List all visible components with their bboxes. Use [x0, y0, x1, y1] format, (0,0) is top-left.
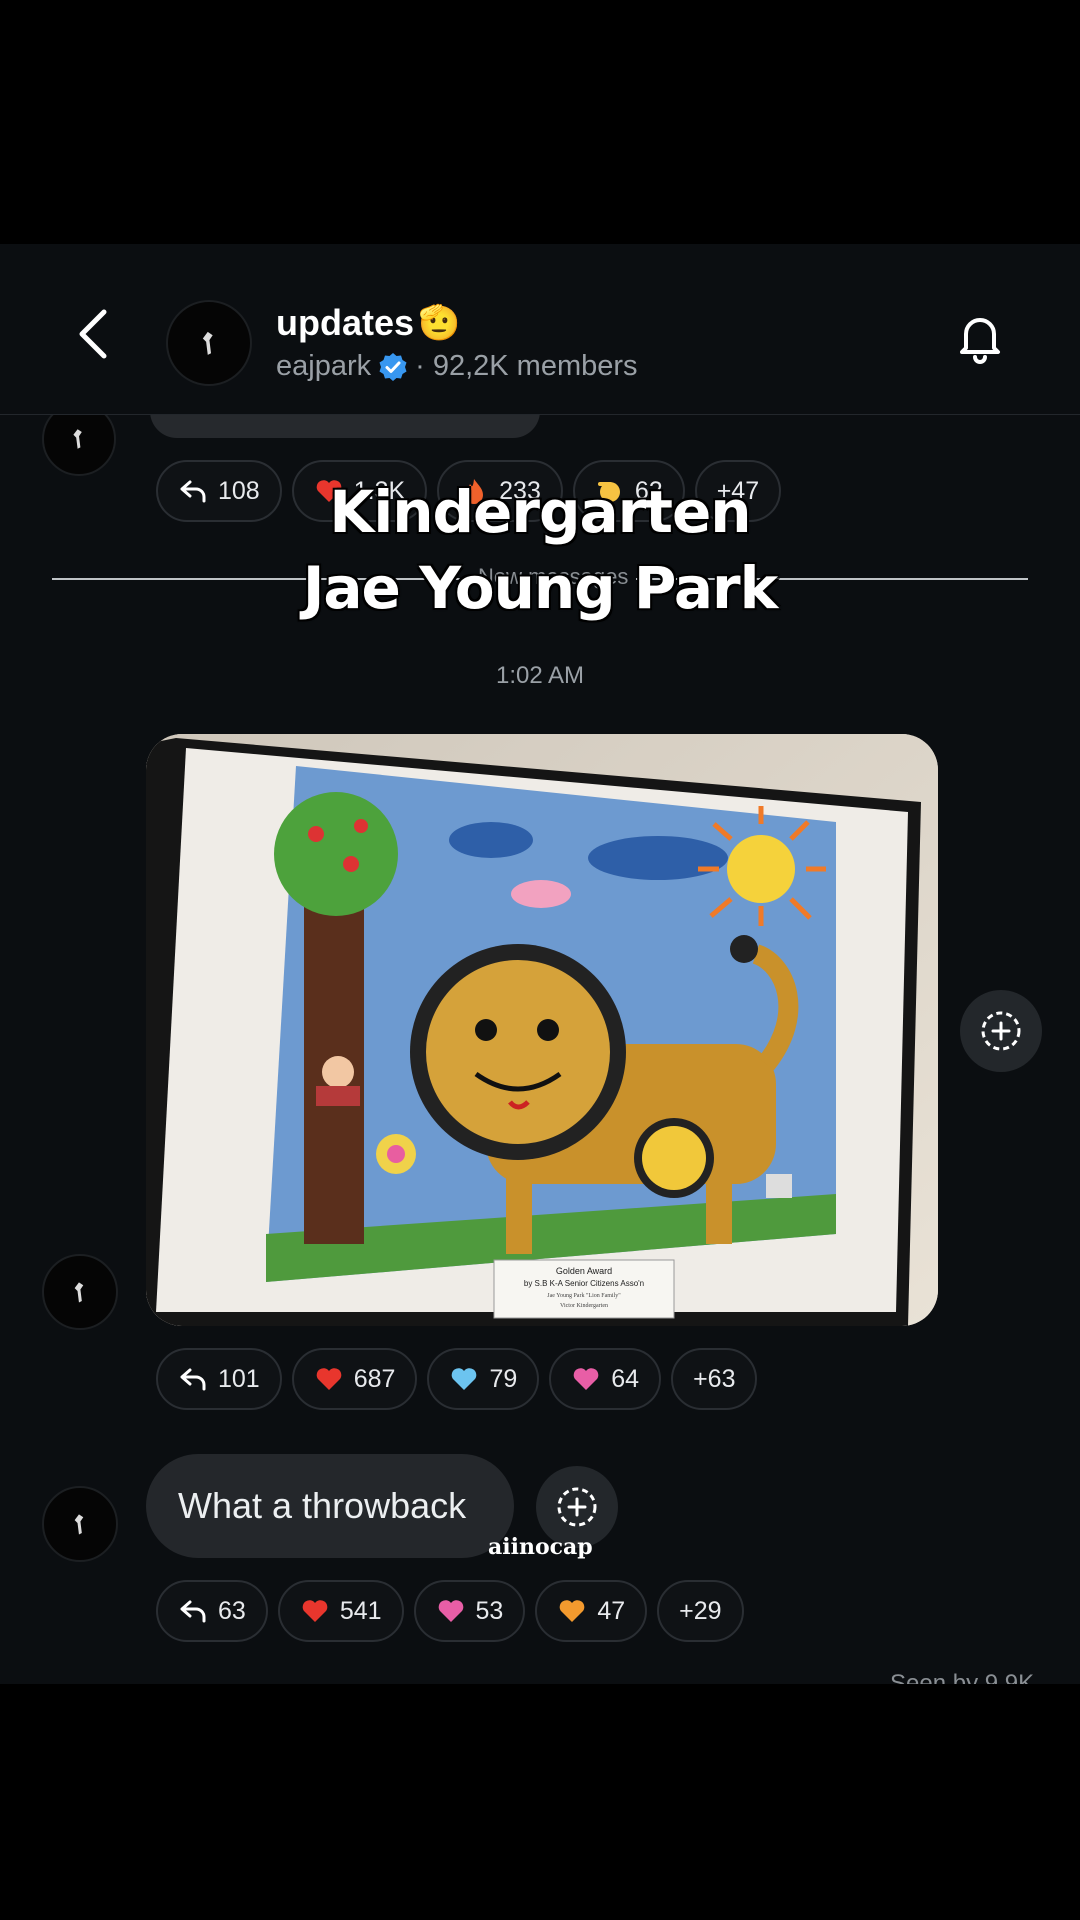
red-heart-icon [302, 1600, 328, 1622]
more-reactions-pill[interactable]: +29 [657, 1580, 744, 1642]
channel-title[interactable]: updates 🫡 [276, 302, 460, 344]
add-reaction-button[interactable] [960, 990, 1042, 1072]
channel-avatar[interactable] [166, 300, 252, 386]
verified-badge-icon [379, 352, 407, 381]
caption-line-1: Kindergarten [329, 478, 751, 546]
watermark: aiinocap [488, 1534, 593, 1560]
message-timestamp: 1:02 AM [495, 662, 585, 689]
bell-icon[interactable] [950, 308, 1010, 368]
blue-heart-icon [452, 1368, 477, 1390]
sparkling-heart-icon [438, 1600, 463, 1622]
plaque-line-3: Jae Young Park "Lion Family" [547, 1293, 621, 1299]
sparkling-heart-icon [573, 1368, 599, 1390]
add-reaction-icon [981, 1011, 1021, 1051]
message-text: What a throwback [178, 1485, 467, 1526]
pink-heart-reaction-pill[interactable]: 53 [413, 1580, 526, 1642]
sender-avatar[interactable] [42, 1254, 118, 1330]
reaction-count: 541 [339, 1596, 382, 1625]
reply-icon [180, 1600, 206, 1623]
video-caption-overlay: Kindergarten Jae Young Park [0, 474, 1080, 626]
reply-icon [180, 1368, 206, 1391]
heart-reaction-pill[interactable]: 541 [277, 1580, 404, 1642]
reaction-count: 63 [218, 1596, 246, 1625]
plaque-line-4: Victor Kindergarten [560, 1303, 608, 1309]
reaction-count: +63 [693, 1364, 736, 1393]
text-message-bubble[interactable]: What a throwback [146, 1454, 514, 1558]
channel-screen: updates 🫡 eajpark · 92,2K members 108 1.… [0, 244, 1080, 1684]
photo-message[interactable]: Golden Award by S.B K-A Senior Citizens … [146, 734, 938, 1326]
member-count: · 92,2K members [415, 350, 638, 382]
channel-subtitle: eajpark · 92,2K members [276, 350, 638, 383]
reaction-count: 53 [475, 1596, 504, 1625]
reactions-row-photo: 101 687 79 64 +63 [156, 1348, 758, 1410]
reaction-count: 687 [353, 1364, 396, 1393]
channel-header: updates 🫡 eajpark · 92,2K members [0, 244, 1080, 415]
heart-reaction-pill[interactable]: 687 [291, 1348, 418, 1410]
plaque-line-2: by S.B K-A Senior Citizens Asso'n [524, 1279, 644, 1288]
more-reactions-pill[interactable]: +63 [671, 1348, 758, 1410]
chevron-left-icon[interactable] [70, 304, 120, 364]
reaction-count: +29 [679, 1596, 722, 1625]
seen-by-label: Seen by 9.9K [890, 1670, 1035, 1684]
reply-reaction-pill[interactable]: 63 [156, 1580, 268, 1642]
reaction-count: 47 [597, 1596, 626, 1625]
add-reaction-icon [557, 1487, 597, 1527]
sender-avatar[interactable] [42, 1486, 118, 1562]
red-heart-icon [316, 1368, 342, 1390]
reaction-count: 64 [611, 1364, 640, 1393]
channel-name: updates [276, 302, 415, 343]
orange-heart-reaction-pill[interactable]: 47 [535, 1580, 648, 1642]
pink-heart-reaction-pill[interactable]: 64 [549, 1348, 662, 1410]
reply-reaction-pill[interactable]: 101 [156, 1348, 282, 1410]
reaction-count: 101 [218, 1364, 260, 1393]
owner-username[interactable]: eajpark [276, 350, 371, 383]
reactions-row-text: 63 541 53 47 +29 [156, 1580, 744, 1642]
caption-line-2: Jae Young Park [302, 554, 778, 622]
reaction-count: 79 [489, 1364, 518, 1393]
kindergarten-drawing-photo: Golden Award by S.B K-A Senior Citizens … [146, 734, 938, 1326]
orange-heart-icon [560, 1600, 585, 1622]
salute-emoji: 🫡 [418, 304, 461, 342]
blue-heart-reaction-pill[interactable]: 79 [427, 1348, 540, 1410]
plaque-title: Golden Award [556, 1266, 612, 1276]
